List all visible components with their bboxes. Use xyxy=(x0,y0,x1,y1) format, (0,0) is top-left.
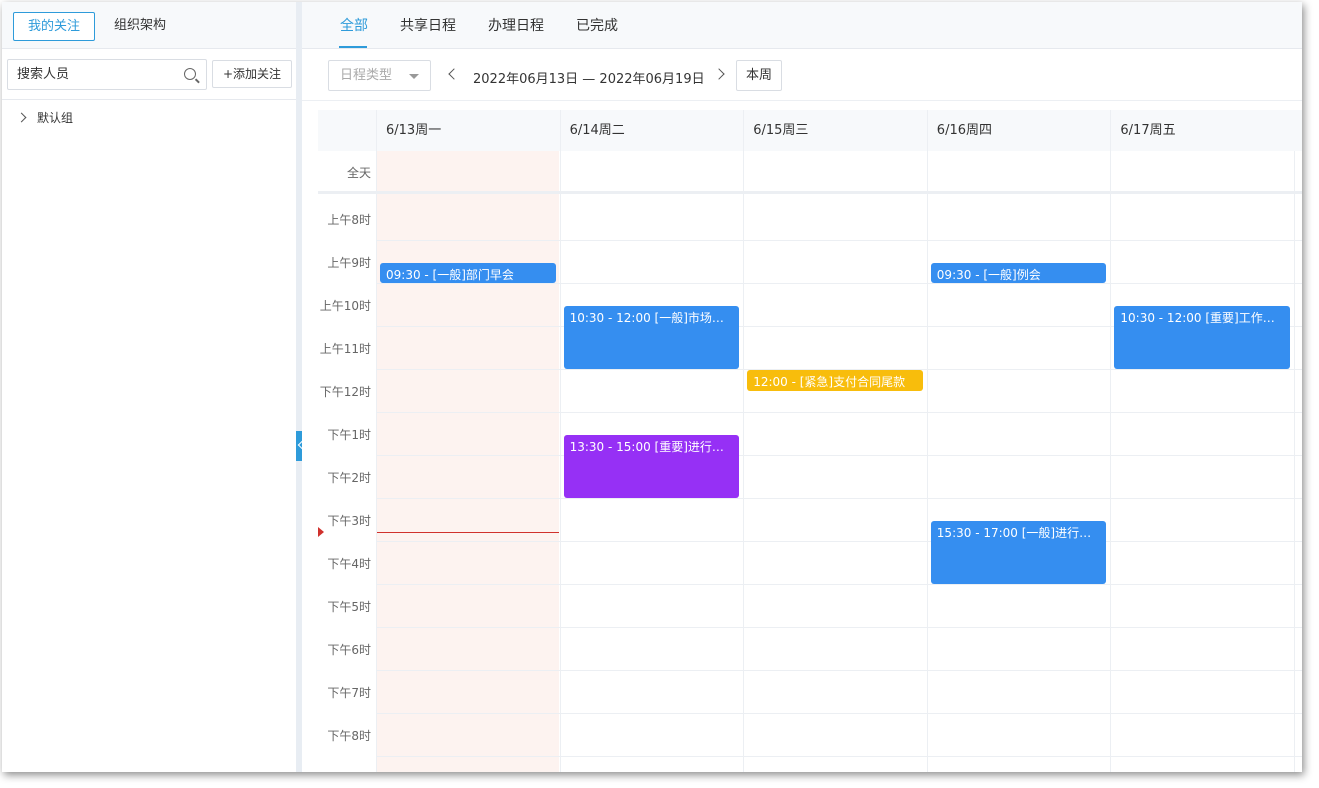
calendar-header: 6/13周一 6/14周二 6/15周三 6/16周四 6/17周五 xyxy=(318,110,1302,151)
grid-row-line xyxy=(376,283,1302,284)
hour-label: 下午4时 xyxy=(327,557,371,571)
hour-label: 下午6时 xyxy=(327,643,371,657)
grid-column-line xyxy=(743,151,745,772)
grid-row-line xyxy=(376,455,1302,456)
search-icon[interactable] xyxy=(184,68,196,80)
active-tab-indicator xyxy=(339,46,367,48)
hour-label: 上午9时 xyxy=(327,256,371,270)
calendar-event[interactable]: 13:30 - 15:00 [重要]进行客户... xyxy=(563,434,740,498)
today-column-highlight xyxy=(376,151,559,772)
group-label: 默认组 xyxy=(37,111,74,125)
grid-column-line xyxy=(1294,151,1295,772)
this-week-button[interactable]: 本周 xyxy=(736,60,782,91)
grid-row-line xyxy=(376,756,1302,757)
caret-down-icon xyxy=(409,74,419,79)
tab-handle-schedule[interactable]: 办理日程 xyxy=(488,15,544,35)
day-header: 6/17周五 xyxy=(1110,110,1294,151)
search-input[interactable] xyxy=(8,60,178,89)
top-tab-bar: 全部 共享日程 办理日程 已完成 xyxy=(302,2,1302,49)
tab-all[interactable]: 全部 xyxy=(340,15,368,35)
app-window: 我的关注 组织架构 +添加关注 默认组 全部 共享日程 办理日程 已完成 日程类… xyxy=(2,2,1302,772)
all-day-label: 全天 xyxy=(346,166,371,180)
grid-row-line xyxy=(376,498,1302,499)
hour-label: 下午3时 xyxy=(327,514,371,528)
tab-my-follows[interactable]: 我的关注 xyxy=(13,12,96,41)
grid-row-line xyxy=(376,627,1302,628)
all-day-row xyxy=(318,151,1302,194)
left-tab-bar: 我的关注 组织架构 xyxy=(2,2,296,49)
schedule-type-placeholder: 日程类型 xyxy=(340,68,393,83)
left-panel: 我的关注 组织架构 +添加关注 默认组 xyxy=(2,2,296,772)
grid-column-line xyxy=(559,151,561,772)
grid-row-line xyxy=(376,412,1302,413)
hour-label: 上午11时 xyxy=(319,342,371,356)
date-range: 2022年06月13日 — 2022年06月19日 xyxy=(473,72,705,87)
grid-column-line xyxy=(926,151,928,772)
grid-row-line xyxy=(376,584,1302,585)
calendar-event[interactable]: 15:30 - 17:00 [一般]进行汇报... xyxy=(930,520,1107,584)
tab-completed[interactable]: 已完成 xyxy=(576,15,618,35)
calendar-event[interactable]: 09:30 - [一般]例会 xyxy=(930,262,1107,283)
calendar-event[interactable]: 12:00 - [紧急]支付合同尾款 xyxy=(747,370,923,391)
hour-label: 下午7时 xyxy=(327,686,371,700)
grid-row-line xyxy=(376,670,1302,671)
toolbar: 日程类型 2022年06月13日 — 2022年06月19日 本周 xyxy=(302,49,1302,101)
main-panel: 全部 共享日程 办理日程 已完成 日程类型 2022年06月13日 — 2022… xyxy=(302,2,1302,772)
tab-org-structure[interactable]: 组织架构 xyxy=(100,12,180,41)
day-header: 6/14周二 xyxy=(559,110,744,151)
chevron-left-icon[interactable] xyxy=(448,68,460,80)
search-box xyxy=(7,59,207,90)
grid-row-line xyxy=(376,240,1302,241)
group-default[interactable]: 默认组 xyxy=(16,109,73,126)
hour-label: 下午12时 xyxy=(319,385,371,399)
hour-label: 上午8时 xyxy=(327,213,371,227)
hour-label: 下午2时 xyxy=(327,471,371,485)
grid-column-line xyxy=(376,151,377,772)
day-header: 6/13周一 xyxy=(376,110,560,151)
tab-shared-schedule[interactable]: 共享日程 xyxy=(400,15,456,35)
day-header: 6/16周四 xyxy=(926,110,1111,151)
grid-column-line xyxy=(1110,151,1112,772)
calendar-event[interactable]: 10:30 - 12:00 [一般]市场活动... xyxy=(563,305,740,369)
hour-label: 下午5时 xyxy=(327,600,371,614)
add-follow-button[interactable]: +添加关注 xyxy=(212,60,292,88)
chevron-right-icon[interactable] xyxy=(713,68,725,80)
week-calendar: 6/13周一 6/14周二 6/15周三 6/16周四 6/17周五 全天 上午8时上午… xyxy=(318,110,1302,772)
calendar-event[interactable]: 09:30 - [一般]部门早会 xyxy=(380,262,556,283)
divider xyxy=(2,99,296,100)
day-header: 6/15周三 xyxy=(743,110,927,151)
grid-row-line xyxy=(376,713,1302,714)
hour-label: 下午8时 xyxy=(327,729,371,743)
hour-label: 上午10时 xyxy=(319,299,371,313)
chevron-right-icon[interactable] xyxy=(16,112,27,123)
calendar-event[interactable]: 10:30 - 12:00 [重要]工作汇报 xyxy=(1114,305,1290,369)
schedule-type-select[interactable]: 日程类型 xyxy=(328,60,431,91)
current-time-line xyxy=(376,532,559,533)
grid-row-line xyxy=(376,541,1302,542)
hour-label: 下午1时 xyxy=(327,428,371,442)
